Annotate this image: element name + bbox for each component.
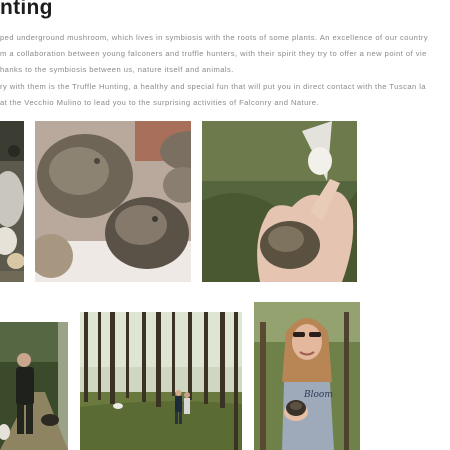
paragraph-line: at the Vecchio Mulino to lead you to the… bbox=[0, 97, 319, 107]
gallery-photo-woman-holding-truffle[interactable]: Bloom bbox=[254, 302, 360, 450]
gallery-photo-dog-truffle[interactable] bbox=[0, 121, 24, 282]
gallery-photo-truffle-in-hand[interactable] bbox=[202, 121, 357, 282]
paragraph-line: ry with them is the Truffle Hunting, a h… bbox=[0, 81, 427, 91]
intro-paragraph: ped underground mushroom, which lives in… bbox=[0, 30, 450, 111]
gallery-photo-truffles-closeup[interactable] bbox=[35, 121, 191, 282]
paragraph-line: m a collaboration between young falconer… bbox=[0, 49, 427, 59]
page-title: nting bbox=[0, 0, 53, 19]
shirt-text: Bloom bbox=[304, 390, 333, 400]
gallery-photo-hunter-with-dog[interactable] bbox=[0, 322, 68, 450]
gallery-photo-pine-forest-walk[interactable] bbox=[80, 312, 242, 450]
paragraph-line: hanks to the symbiosis between us, natur… bbox=[0, 65, 234, 75]
paragraph-line: ped underground mushroom, which lives in… bbox=[0, 33, 429, 42]
